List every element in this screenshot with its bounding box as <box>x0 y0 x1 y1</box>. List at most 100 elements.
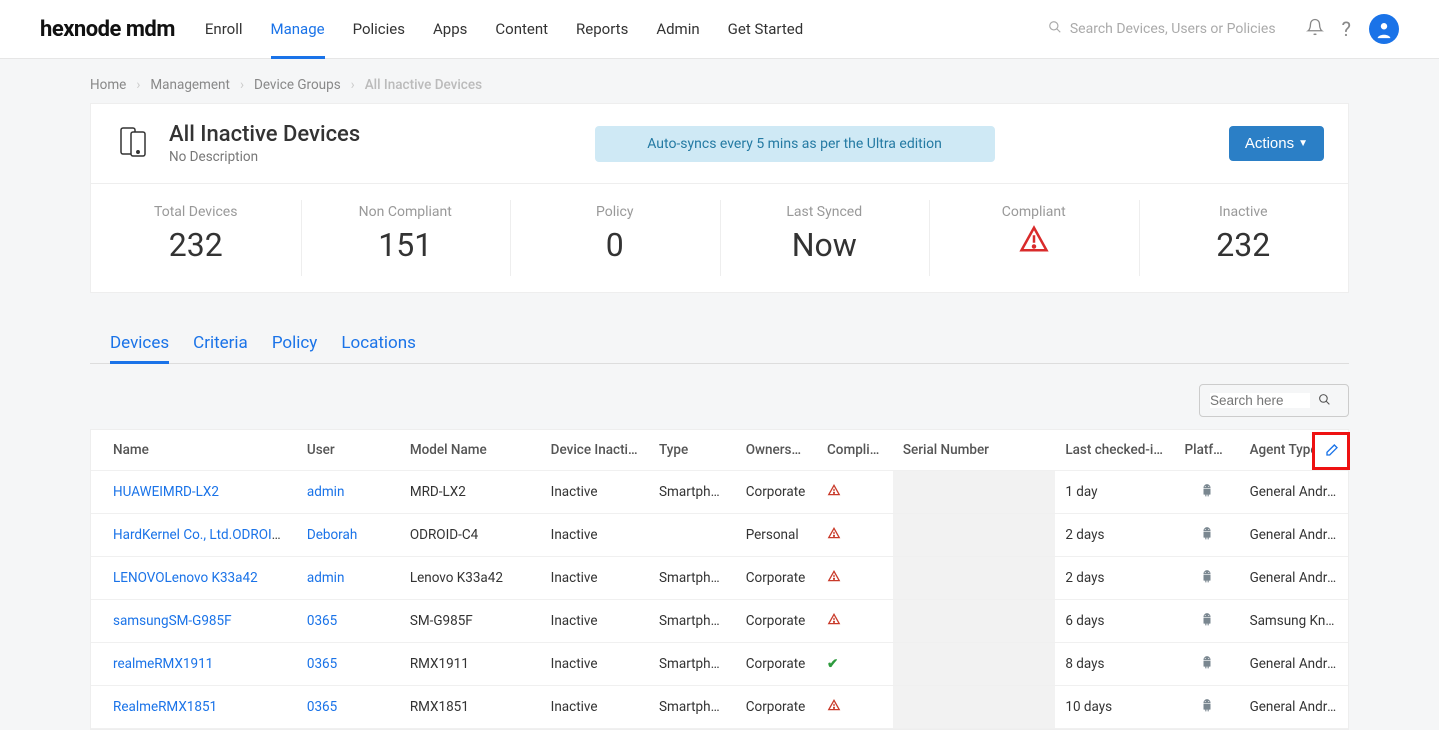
cell-platform <box>1175 471 1240 514</box>
col-serial-number[interactable]: Serial Number <box>893 430 1056 471</box>
cell-agent: General Android <box>1240 514 1348 557</box>
col-ownership[interactable]: Ownership <box>736 430 817 471</box>
device-link[interactable]: HardKernel Co., Ltd.ODROID-C4 <box>113 527 297 543</box>
nav-policies[interactable]: Policies <box>353 0 405 58</box>
nav-manage[interactable]: Manage <box>271 0 325 58</box>
device-table: NameUserModel NameDevice InactivityTypeO… <box>91 430 1348 729</box>
cell-platform <box>1175 557 1240 600</box>
cell-type: Smartphone <box>649 600 736 643</box>
stat-value: 151 <box>301 226 511 264</box>
group-title: All Inactive Devices <box>169 122 360 147</box>
search-placeholder: Search Devices, Users or Policies <box>1070 21 1276 37</box>
breadcrumb-item[interactable]: Management <box>150 77 230 93</box>
device-table-card: NameUserModel NameDevice InactivityTypeO… <box>90 429 1349 730</box>
stat-value: 232 <box>1139 226 1349 264</box>
cell-name: realmeRMX1911 <box>91 643 297 686</box>
actions-button[interactable]: Actions ▼ <box>1229 126 1324 161</box>
sync-banner: Auto-syncs every 5 mins as per the Ultra… <box>378 126 1211 162</box>
nav-enroll[interactable]: Enroll <box>205 0 243 58</box>
device-link[interactable]: RealmeRMX1851 <box>113 699 217 715</box>
device-link[interactable]: LENOVOLenovo K33a42 <box>113 570 258 586</box>
cell-model: ODROID-C4 <box>400 514 541 557</box>
cell-user: admin <box>297 557 400 600</box>
col-type[interactable]: Type <box>649 430 736 471</box>
cell-compliance: ✔ <box>817 643 893 686</box>
logo: hexnode mdm <box>40 17 175 42</box>
bell-icon[interactable] <box>1306 18 1324 40</box>
user-link[interactable]: admin <box>307 570 345 586</box>
user-link[interactable]: 0365 <box>307 613 337 629</box>
main-nav: Enroll Manage Policies Apps Content Reports Ad… <box>205 0 803 58</box>
tab-devices[interactable]: Devices <box>110 333 169 363</box>
stat-label: Total Devices <box>91 204 301 220</box>
nav-apps[interactable]: Apps <box>433 0 467 58</box>
table-row: HUAWEIMRD-LX2adminMRD-LX2InactiveSmartph… <box>91 471 1348 514</box>
user-link[interactable]: admin <box>307 484 345 500</box>
nav-content[interactable]: Content <box>495 0 548 58</box>
device-link[interactable]: HUAWEIMRD-LX2 <box>113 484 219 500</box>
col-device-inactivity[interactable]: Device Inactivity <box>541 430 649 471</box>
user-link[interactable]: 0365 <box>307 656 337 672</box>
cell-ownership: Corporate <box>736 686 817 729</box>
edit-columns-button[interactable] <box>1312 432 1350 470</box>
android-icon <box>1200 657 1214 673</box>
warning-icon <box>827 485 841 501</box>
search-icon <box>1048 20 1062 38</box>
tab-locations[interactable]: Locations <box>341 333 416 363</box>
help-icon[interactable]: ? <box>1342 17 1351 41</box>
group-card: All Inactive Devices No Description Auto… <box>90 103 1349 293</box>
col-platform[interactable]: Platform <box>1175 430 1240 471</box>
col-name[interactable]: Name <box>91 430 297 471</box>
cell-inactivity: Inactive <box>541 514 649 557</box>
user-link[interactable]: Deborah <box>307 527 357 543</box>
cell-serial <box>893 686 1056 729</box>
cell-name: LENOVOLenovo K33a42 <box>91 557 297 600</box>
col-compliance[interactable]: Compliance <box>817 430 893 471</box>
android-icon <box>1200 485 1214 501</box>
breadcrumb-item: All Inactive Devices <box>365 77 482 93</box>
cell-inactivity: Inactive <box>541 600 649 643</box>
stat-label: Policy <box>510 204 720 220</box>
cell-checked: 1 day <box>1055 471 1174 514</box>
cell-type: Smartphone <box>649 471 736 514</box>
cell-agent: General Android <box>1240 557 1348 600</box>
nav-reports[interactable]: Reports <box>576 0 628 58</box>
stat-label: Last Synced <box>720 204 930 220</box>
cell-type <box>649 514 736 557</box>
device-link[interactable]: realmeRMX1911 <box>113 656 213 672</box>
warning-icon <box>827 700 841 716</box>
stat-value: Now <box>720 226 930 264</box>
col-user[interactable]: User <box>297 430 400 471</box>
check-icon: ✔ <box>827 656 838 672</box>
warning-icon <box>827 614 841 630</box>
cell-agent: Samsung Knox <box>1240 600 1348 643</box>
cell-compliance <box>817 600 893 643</box>
nav-admin[interactable]: Admin <box>656 0 699 58</box>
table-search-input[interactable] <box>1210 393 1310 408</box>
device-link[interactable]: samsungSM-G985F <box>113 613 232 629</box>
nav-get-started[interactable]: Get Started <box>728 0 804 58</box>
tab-criteria[interactable]: Criteria <box>193 333 248 363</box>
warning-icon <box>827 571 841 587</box>
cell-inactivity: Inactive <box>541 557 649 600</box>
cell-agent: General Android <box>1240 471 1348 514</box>
cell-inactivity: Inactive <box>541 686 649 729</box>
breadcrumb-item[interactable]: Device Groups <box>254 77 341 93</box>
cell-agent: General Android <box>1240 686 1348 729</box>
cell-type: Smartphone <box>649 643 736 686</box>
sort-asc-icon: ▲ <box>1163 447 1174 457</box>
table-toolbar <box>90 384 1349 417</box>
cell-platform <box>1175 600 1240 643</box>
cell-ownership: Corporate <box>736 643 817 686</box>
group-description: No Description <box>169 149 360 165</box>
stat-total-devices: Total Devices232 <box>91 184 301 292</box>
breadcrumb-item[interactable]: Home <box>90 77 126 93</box>
col-last-checked-in[interactable]: Last checked-in ▲ <box>1055 430 1174 471</box>
user-link[interactable]: 0365 <box>307 699 337 715</box>
stat-label: Non Compliant <box>301 204 511 220</box>
tab-policy[interactable]: Policy <box>272 333 318 363</box>
table-search[interactable] <box>1199 384 1349 417</box>
avatar[interactable] <box>1369 14 1399 44</box>
col-model-name[interactable]: Model Name <box>400 430 541 471</box>
global-search[interactable]: Search Devices, Users or Policies <box>1048 20 1276 38</box>
